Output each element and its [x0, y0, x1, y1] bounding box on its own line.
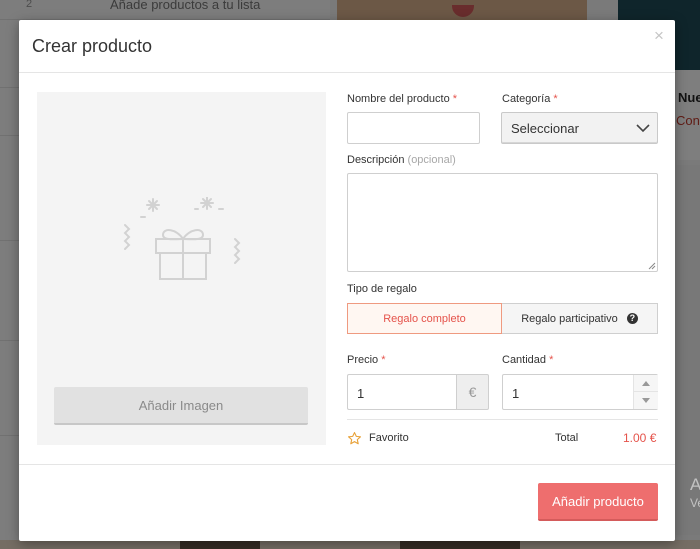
gift-type-label: Tipo de regalo: [347, 283, 417, 295]
category-label-text: Categoría: [502, 93, 551, 105]
required-marker: *: [553, 93, 558, 105]
product-name-label: Nombre del producto *: [347, 93, 457, 105]
category-label: Categoría *: [502, 93, 558, 105]
caret-down-icon: [642, 398, 650, 403]
product-name-label-text: Nombre del producto: [347, 93, 450, 105]
decrement-button[interactable]: [634, 392, 658, 409]
description-label-text: Descripción: [347, 154, 405, 166]
gift-icon: [123, 197, 241, 280]
price-label-text: Precio: [347, 354, 379, 366]
category-select[interactable]: Seleccionar: [501, 112, 658, 144]
total-label: Total: [555, 432, 579, 444]
add-product-button[interactable]: Añadir producto: [538, 483, 658, 521]
caret-up-icon: [642, 380, 650, 386]
description-textarea[interactable]: [347, 173, 658, 272]
help-icon[interactable]: ?: [626, 313, 638, 324]
close-icon[interactable]: ×: [654, 26, 664, 46]
resize-handle-icon[interactable]: [648, 262, 656, 270]
divider: [347, 419, 658, 420]
star-icon: [348, 431, 361, 444]
quantity-value: 1: [512, 386, 520, 401]
increment-button[interactable]: [634, 375, 658, 392]
add-image-button[interactable]: Añadir Imagen: [54, 387, 308, 425]
price-value: 1: [357, 386, 365, 401]
os-activation-watermark-subtext: Ve a C: [690, 496, 700, 510]
category-selected-value: Seleccionar: [511, 121, 579, 136]
gift-type-option-participative[interactable]: Regalo participativo ?: [502, 303, 658, 334]
create-product-modal: Crear producto × Añadir Imagen Nombre de…: [19, 20, 675, 541]
price-label: Precio *: [347, 354, 386, 366]
price-input[interactable]: 1: [347, 374, 456, 410]
quantity-label: Cantidad *: [502, 354, 553, 366]
chevron-down-icon: [636, 124, 650, 133]
quantity-stepper[interactable]: 1: [502, 374, 658, 410]
required-marker: *: [381, 354, 386, 366]
description-label: Descripción (opcional): [347, 154, 456, 166]
favorite-toggle[interactable]: Favorito: [347, 430, 409, 446]
gift-type-option-complete[interactable]: Regalo completo: [347, 303, 502, 334]
modal-header: Crear producto ×: [19, 20, 675, 73]
gift-type-option-label: Regalo completo: [383, 312, 466, 325]
required-marker: *: [549, 354, 554, 366]
optional-marker: (opcional): [407, 154, 456, 166]
required-marker: *: [452, 93, 458, 105]
favorite-label: Favorito: [369, 432, 409, 444]
total-value: 1.00 €: [623, 431, 657, 445]
os-activation-watermark: Activ: [690, 475, 700, 494]
product-name-input[interactable]: [347, 112, 480, 144]
quantity-label-text: Cantidad: [502, 354, 547, 366]
gift-type-option-label: Regalo participativo: [521, 312, 618, 325]
image-upload-panel: Añadir Imagen: [37, 92, 326, 445]
modal-title: Crear producto: [32, 36, 153, 56]
currency-addon: €: [456, 374, 489, 410]
quantity-spinner: [633, 375, 658, 409]
footer-divider: [19, 464, 675, 465]
